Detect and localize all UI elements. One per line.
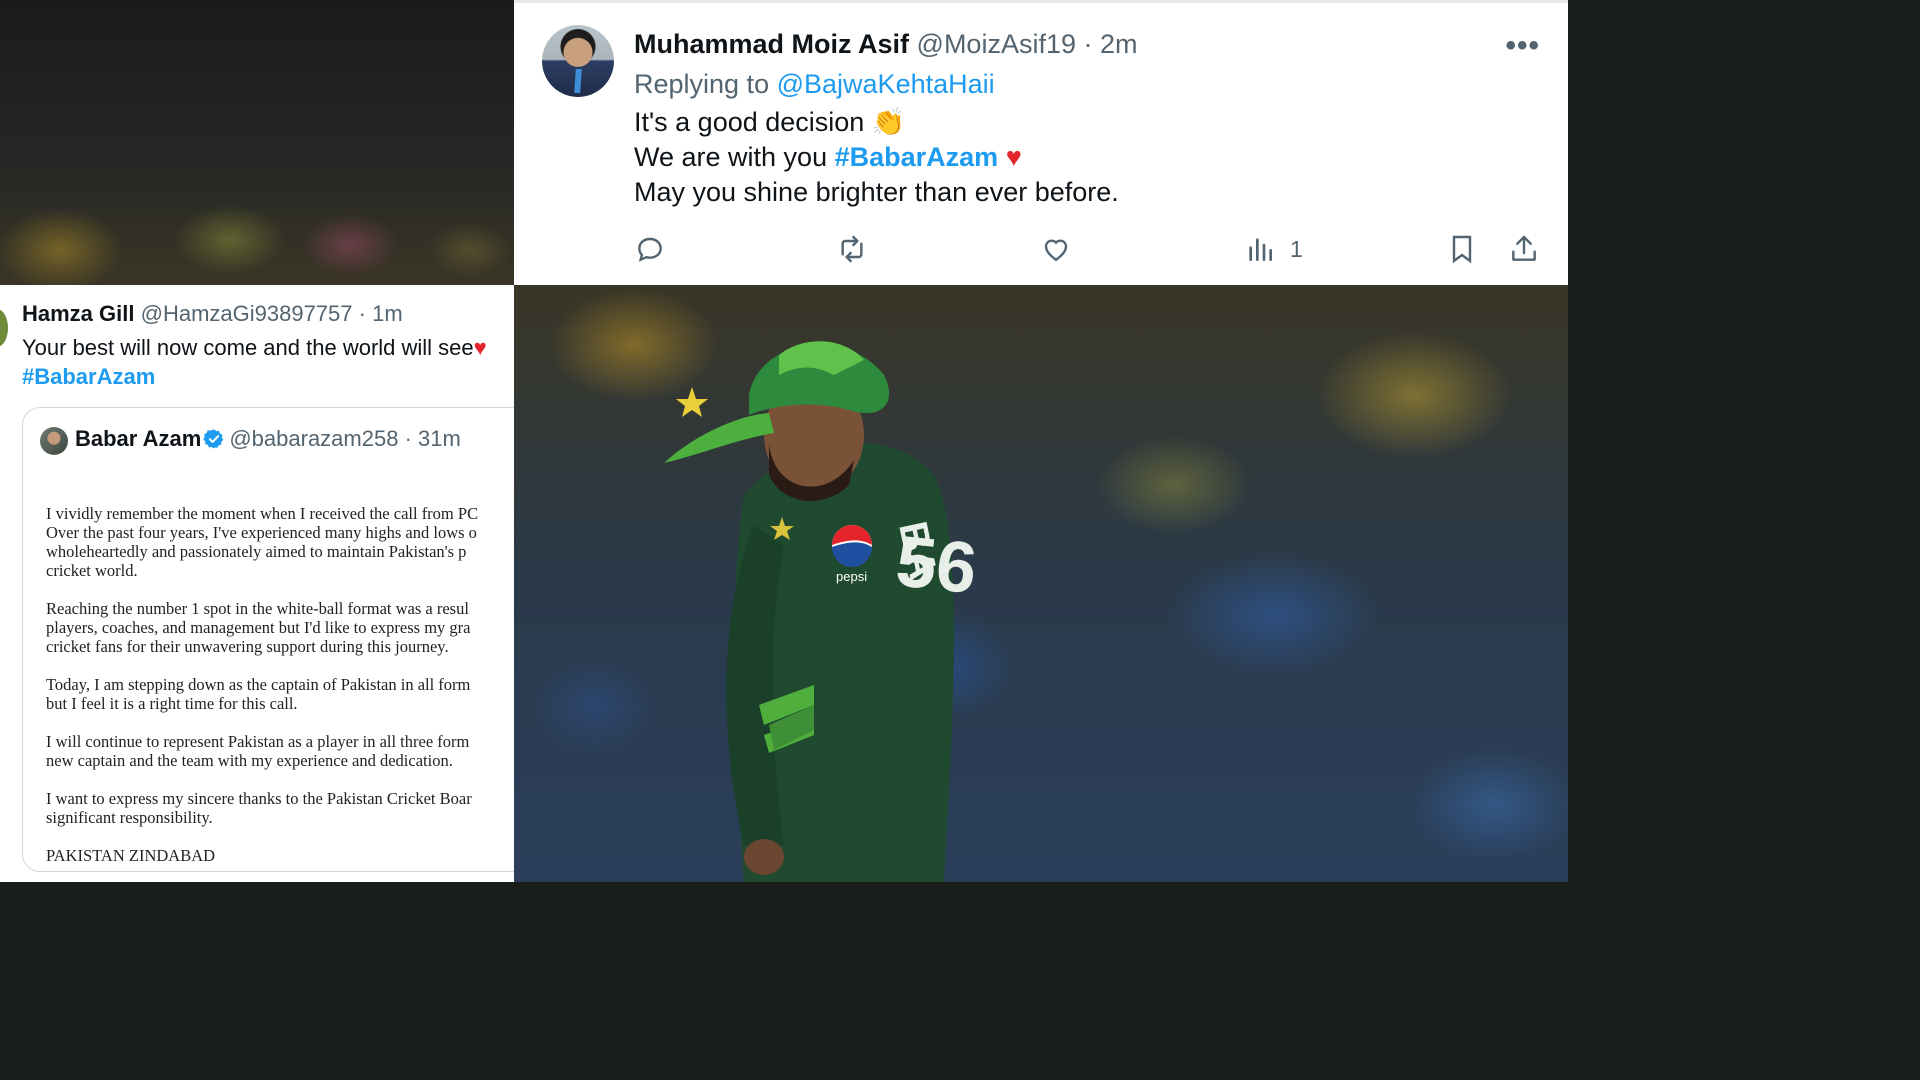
more-options-icon[interactable]: •••: [1505, 29, 1540, 63]
timestamp[interactable]: · 1m: [359, 301, 403, 326]
views-count: 1: [1290, 235, 1303, 262]
tweet-header: Hamza Gill @HamzaGi93897757 · 1m: [22, 301, 403, 327]
retweet-icon: [841, 235, 863, 263]
display-name[interactable]: Hamza Gill: [22, 301, 134, 326]
cap-star: [676, 387, 708, 417]
statement-paragraph: I want to express my sincere thanks to t…: [46, 789, 472, 827]
statement-paragraph: I will continue to represent Pakistan as…: [46, 732, 470, 770]
tweet-header: Muhammad Moiz Asif @MoizAsif19 · 2m: [634, 29, 1138, 60]
tweet-actions: 1: [634, 229, 1540, 269]
views-button[interactable]: 1: [1244, 229, 1303, 269]
hand: [744, 839, 784, 875]
avatar[interactable]: [40, 427, 68, 455]
like-icon: [1044, 239, 1068, 262]
avatar[interactable]: [0, 309, 8, 347]
cricketer-illustration: pepsi BA 56: [664, 341, 980, 882]
hashtag-link[interactable]: #BabarAzam: [835, 142, 999, 172]
display-name[interactable]: Muhammad Moiz Asif: [634, 29, 909, 59]
sponsor-text: pepsi: [836, 569, 867, 584]
bookmark-button[interactable]: [1446, 229, 1478, 269]
red-heart-icon: ♥: [1005, 142, 1022, 172]
jersey-number: 56: [892, 521, 980, 609]
verified-badge-icon: [203, 429, 224, 449]
red-heart-icon: ♥: [473, 335, 487, 360]
display-name[interactable]: Babar Azam: [75, 426, 201, 451]
statement-closing: PAKISTAN ZINDABAD: [46, 846, 216, 865]
handle[interactable]: @MoizAsif19: [917, 29, 1076, 59]
share-icon: [1512, 235, 1536, 261]
handle[interactable]: @babarazam258: [229, 426, 398, 451]
reply-button[interactable]: [634, 229, 666, 269]
retweet-button[interactable]: [836, 229, 868, 269]
tweet-line-1: Your best will now come and the world wi…: [22, 335, 474, 360]
statement-image-text: I vividly remember the moment when I rec…: [46, 504, 514, 882]
replying-label: Replying to: [634, 69, 770, 99]
quote-tweet-hamza[interactable]: Hamza Gill @HamzaGi93897757 · 1m Your be…: [0, 285, 514, 882]
like-button[interactable]: [1040, 229, 1072, 269]
player-photo: pepsi BA 56: [514, 285, 1568, 882]
quoted-tweet-header: Babar Azam @babarazam258 · 31m: [75, 426, 461, 452]
bookmark-icon: [1452, 235, 1472, 264]
avatar[interactable]: [542, 25, 614, 97]
handle[interactable]: @HamzaGi93897757: [141, 301, 353, 326]
share-button[interactable]: [1508, 229, 1540, 269]
tweet-line-1: It's a good decision: [634, 107, 865, 137]
clapping-hands-icon: 👏: [871, 107, 906, 137]
tweet-line-3: May you shine brighter than ever before.: [634, 177, 1119, 207]
replying-to-link[interactable]: @BajwaKehtaHaii: [777, 69, 995, 99]
statement-paragraph: I vividly remember the moment when I rec…: [46, 504, 479, 580]
views-icon: [1249, 238, 1272, 261]
blurred-stadium-photo: [0, 0, 514, 285]
tweet-text: Your best will now come and the world wi…: [22, 333, 487, 391]
cap-brim: [664, 413, 774, 463]
quoted-tweet-card[interactable]: Babar Azam @babarazam258 · 31m I vividly …: [22, 407, 514, 872]
timestamp[interactable]: · 2m: [1084, 29, 1138, 59]
statement-paragraph: Today, I am stepping down as the captain…: [46, 675, 471, 713]
timestamp[interactable]: · 31m: [405, 426, 461, 451]
statement-paragraph: Reaching the number 1 spot in the white-…: [46, 599, 471, 656]
replying-to: Replying to @BajwaKehtaHaii: [634, 69, 995, 100]
reply-icon: [638, 237, 662, 262]
tweet-line-2: We are with you: [634, 142, 828, 172]
hashtag-link[interactable]: #BabarAzam: [22, 364, 155, 389]
tweet-text: It's a good decision 👏 We are with you #…: [634, 105, 1119, 210]
reply-tweet-moiz[interactable]: Muhammad Moiz Asif @MoizAsif19 · 2m ••• …: [514, 0, 1568, 285]
